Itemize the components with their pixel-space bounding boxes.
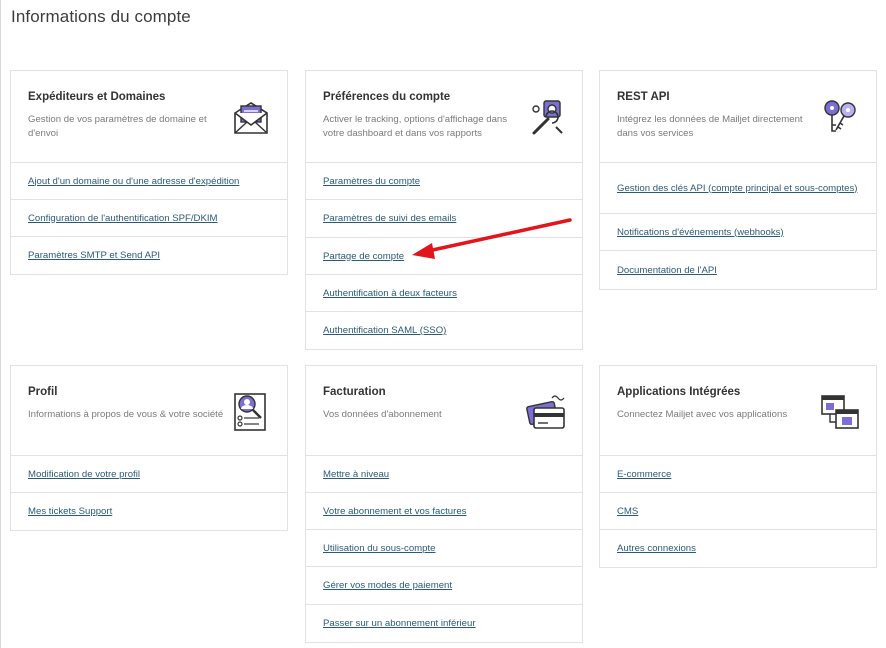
list-item: Mes tickets Support bbox=[11, 493, 287, 530]
list-item: E-commerce bbox=[600, 456, 876, 493]
list-item: Passer sur un abonnement inférieur bbox=[306, 605, 582, 642]
list-item: Documentation de l'API bbox=[600, 251, 876, 289]
credit-card-icon bbox=[526, 395, 565, 429]
subscription-invoices-link[interactable]: Votre abonnement et vos factures bbox=[323, 505, 466, 518]
list-item: Mettre à niveau bbox=[306, 456, 582, 493]
list-item: Autres connexions bbox=[600, 530, 876, 567]
list-item: Utilisation du sous-compte bbox=[306, 530, 582, 567]
page-title: Informations du compte bbox=[11, 7, 191, 26]
connected-apps-icon bbox=[821, 395, 859, 429]
add-domain-link[interactable]: Ajout d'un domaine ou d'une adresse d'ex… bbox=[28, 175, 239, 188]
card-header: Profil Informations à propos de vous & v… bbox=[11, 366, 287, 456]
card-billing: Facturation Vos données d'abonnement Met… bbox=[305, 365, 583, 643]
payment-methods-link[interactable]: Gérer vos modes de paiement bbox=[323, 579, 452, 592]
list-item: Gestion des clés API (compte principal e… bbox=[600, 163, 876, 214]
list-item: Partage de compte bbox=[306, 238, 582, 275]
support-tickets-link[interactable]: Mes tickets Support bbox=[28, 505, 112, 518]
card-description: Connectez Mailjet avec vos applications bbox=[617, 409, 788, 420]
card-description: Activer le tracking, options d'affichage… bbox=[323, 114, 508, 139]
keys-icon bbox=[824, 100, 856, 132]
card-header: Applications Intégrées Connectez Mailjet… bbox=[600, 366, 876, 456]
list-item: Paramètres du compte bbox=[306, 163, 582, 200]
card-header: Expéditeurs et Domaines Gestion de vos p… bbox=[11, 71, 287, 163]
downgrade-subscription-link[interactable]: Passer sur un abonnement inférieur bbox=[323, 617, 476, 630]
list-item: Authentification SAML (SSO) bbox=[306, 312, 582, 349]
card-integrated-apps: Applications Intégrées Connectez Mailjet… bbox=[599, 365, 877, 568]
two-factor-auth-link[interactable]: Authentification à deux facteurs bbox=[323, 287, 457, 300]
card-description: Informations à propos de vous & votre so… bbox=[28, 409, 224, 420]
spf-dkim-link[interactable]: Configuration de l'authentification SPF/… bbox=[28, 212, 218, 225]
list-item: Configuration de l'authentification SPF/… bbox=[11, 200, 287, 237]
settings-tools-icon bbox=[532, 100, 563, 135]
smtp-send-api-link[interactable]: Paramètres SMTP et Send API bbox=[28, 249, 160, 262]
card-header: REST API Intégrez les données de Mailjet… bbox=[600, 71, 876, 163]
list-item: Votre abonnement et vos factures bbox=[306, 493, 582, 530]
subaccount-usage-link[interactable]: Utilisation du sous-compte bbox=[323, 542, 436, 555]
ecommerce-link[interactable]: E-commerce bbox=[617, 468, 671, 481]
envelope-icon bbox=[234, 102, 268, 134]
cms-link[interactable]: CMS bbox=[617, 505, 638, 518]
list-item: CMS bbox=[600, 493, 876, 530]
account-settings-link[interactable]: Paramètres du compte bbox=[323, 175, 420, 188]
email-tracking-settings-link[interactable]: Paramètres de suivi des emails bbox=[323, 212, 456, 225]
api-keys-link[interactable]: Gestion des clés API (compte principal e… bbox=[617, 182, 857, 195]
list-item: Authentification à deux facteurs bbox=[306, 275, 582, 312]
upgrade-link[interactable]: Mettre à niveau bbox=[323, 468, 389, 481]
card-senders-domains: Expéditeurs et Domaines Gestion de vos p… bbox=[10, 70, 288, 275]
edit-profile-link[interactable]: Modification de votre profil bbox=[28, 468, 140, 481]
other-connections-link[interactable]: Autres connexions bbox=[617, 542, 696, 555]
card-profile: Profil Informations à propos de vous & v… bbox=[10, 365, 288, 531]
list-item: Paramètres SMTP et Send API bbox=[11, 237, 287, 274]
left-border bbox=[0, 0, 1, 648]
list-item: Notifications d'événements (webhooks) bbox=[600, 214, 876, 251]
list-item: Paramètres de suivi des emails bbox=[306, 200, 582, 238]
card-description: Gestion de vos paramètres de domaine et … bbox=[28, 114, 207, 139]
list-item: Ajout d'un domaine ou d'une adresse d'ex… bbox=[11, 163, 287, 200]
profile-id-icon bbox=[234, 393, 266, 431]
card-header: Facturation Vos données d'abonnement bbox=[306, 366, 582, 456]
card-rest-api: REST API Intégrez les données de Mailjet… bbox=[599, 70, 877, 290]
card-description: Intégrez les données de Mailjet directem… bbox=[617, 114, 803, 139]
api-documentation-link[interactable]: Documentation de l'API bbox=[617, 264, 717, 277]
card-header: Préférences du compte Activer le trackin… bbox=[306, 71, 582, 163]
saml-sso-link[interactable]: Authentification SAML (SSO) bbox=[323, 324, 446, 337]
webhooks-link[interactable]: Notifications d'événements (webhooks) bbox=[617, 226, 784, 239]
card-description: Vos données d'abonnement bbox=[323, 409, 442, 420]
list-item: Gérer vos modes de paiement bbox=[306, 567, 582, 605]
account-sharing-link[interactable]: Partage de compte bbox=[323, 250, 404, 263]
list-item: Modification de votre profil bbox=[11, 456, 287, 493]
card-account-preferences: Préférences du compte Activer le trackin… bbox=[305, 70, 583, 350]
